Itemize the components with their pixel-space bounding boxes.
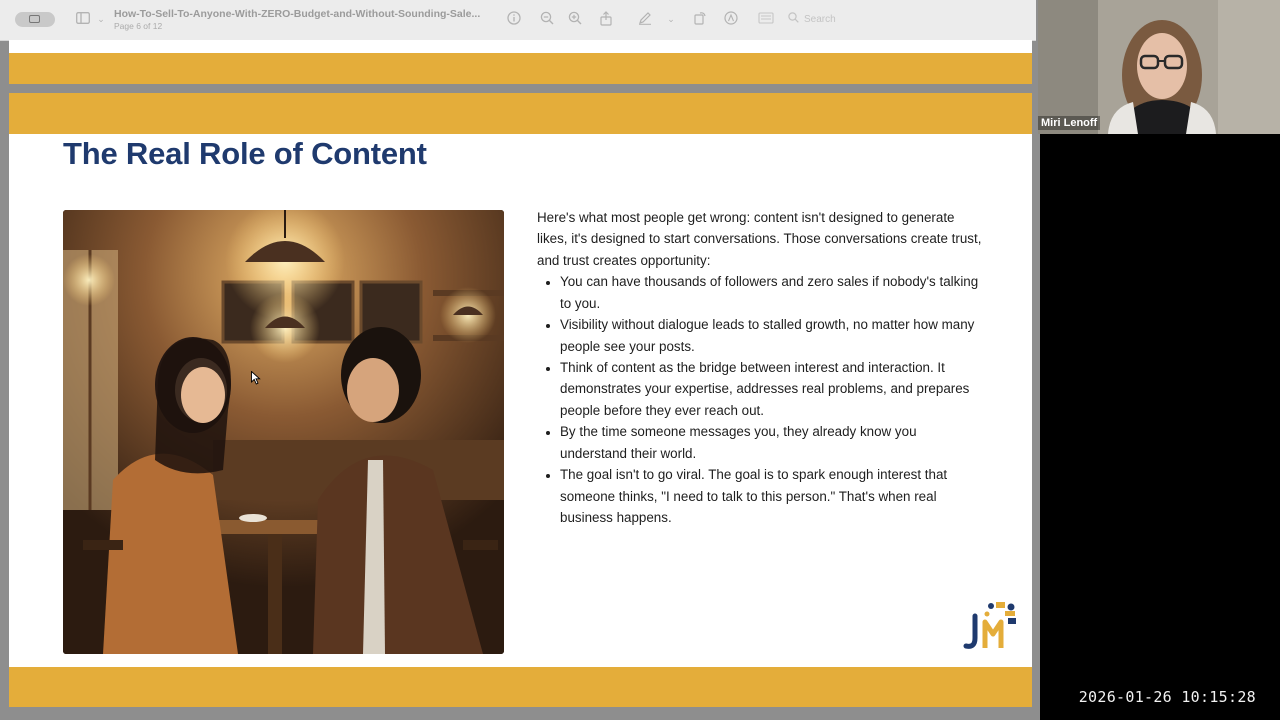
participant-video-feed xyxy=(1038,0,1280,134)
mouse-pointer-icon xyxy=(251,371,261,385)
redact-icon[interactable] xyxy=(757,11,775,29)
bullet-list: You can have thousands of followers and … xyxy=(537,271,987,528)
participant-video-tile[interactable]: Miri Lenoff xyxy=(1038,0,1280,134)
search-icon xyxy=(788,12,799,23)
document-title: How-To-Sell-To-Anyone-With-ZERO-Budget-a… xyxy=(114,8,481,20)
slide-page[interactable]: The Real Role of Content Here's what mos… xyxy=(9,93,1032,707)
bullet-item: Think of content as the bridge between i… xyxy=(560,357,987,421)
slide-body-text: Here's what most people get wrong: conte… xyxy=(537,207,987,529)
cafe-conversation-illustration xyxy=(63,210,504,654)
accent-band xyxy=(9,53,1032,84)
bullet-item: The goal isn't to go viral. The goal is … xyxy=(560,464,987,528)
jm-logo xyxy=(961,598,1023,652)
window-control-pill[interactable] xyxy=(15,12,55,27)
chevron-down-icon[interactable]: ⌄ xyxy=(92,11,110,29)
markup-icon[interactable] xyxy=(722,11,740,29)
bullet-item: You can have thousands of followers and … xyxy=(560,271,987,314)
sidebar-toggle-icon[interactable] xyxy=(74,11,92,29)
viewer-toolbar: ⌄ How-To-Sell-To-Anyone-With-ZERO-Budget… xyxy=(0,0,1036,41)
info-icon[interactable] xyxy=(505,11,523,29)
participant-name-label: Miri Lenoff xyxy=(1038,116,1101,130)
slide-intro-paragraph: Here's what most people get wrong: conte… xyxy=(537,210,982,268)
accent-band-top xyxy=(9,93,1032,134)
zoom-in-icon[interactable] xyxy=(566,11,584,29)
page-indicator: Page 6 of 12 xyxy=(114,21,163,31)
previous-page-fragment xyxy=(9,40,1032,84)
timestamp-overlay: 2026-01-26 10:15:28 xyxy=(1078,688,1256,706)
accent-band-bottom xyxy=(9,667,1032,707)
bullet-item: By the time someone messages you, they a… xyxy=(560,421,987,464)
slide-title: The Real Role of Content xyxy=(63,136,427,171)
pdf-viewer-window: ⌄ How-To-Sell-To-Anyone-With-ZERO-Budget… xyxy=(0,0,1040,720)
zoom-out-icon[interactable] xyxy=(538,11,556,29)
chevron-down-icon[interactable]: ⌄ xyxy=(662,11,680,29)
highlight-pen-icon[interactable] xyxy=(636,11,654,29)
search-placeholder: Search xyxy=(804,14,836,25)
share-icon[interactable] xyxy=(597,11,615,29)
bullet-item: Visibility without dialogue leads to sta… xyxy=(560,314,987,357)
search-field[interactable]: Search xyxy=(788,12,836,25)
rotate-icon[interactable] xyxy=(691,11,709,29)
